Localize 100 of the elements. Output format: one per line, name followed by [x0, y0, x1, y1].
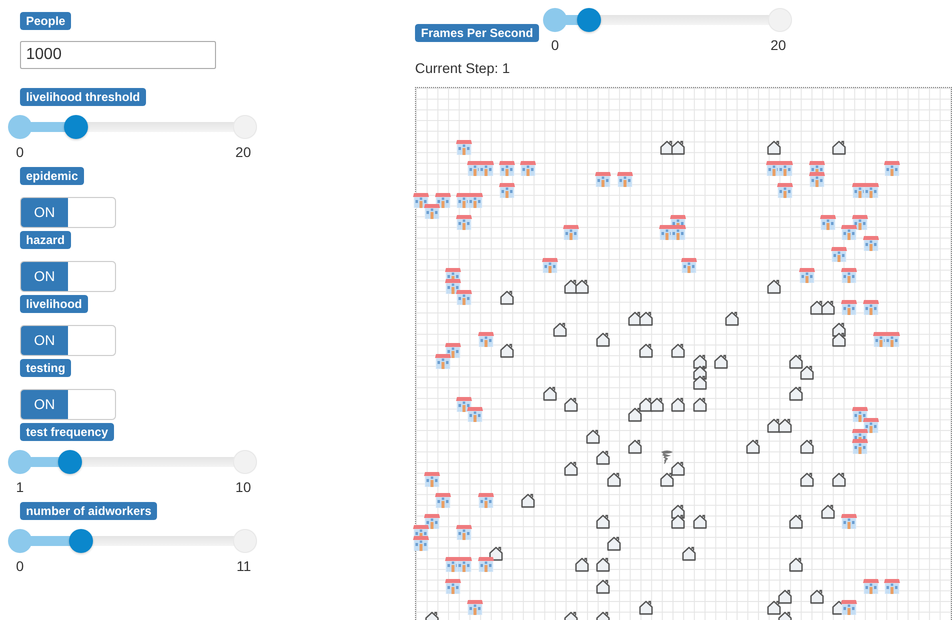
house-icon — [456, 138, 472, 155]
control-label: livelihood — [20, 295, 88, 313]
house-outline-icon — [692, 374, 708, 390]
house-icon — [456, 396, 472, 412]
slider[interactable] — [543, 8, 792, 32]
house-icon — [777, 182, 794, 198]
slider-max-label: 20 — [770, 37, 786, 53]
slider-min-label: 1 — [16, 479, 24, 495]
house-icon — [498, 182, 515, 198]
house-outline-icon — [788, 384, 804, 401]
house-icon — [434, 492, 451, 508]
house-outline-icon — [670, 513, 686, 530]
control-label: epidemic — [20, 167, 84, 185]
house-outline-icon — [574, 556, 590, 572]
track-end-cap — [768, 8, 792, 32]
house-icon — [498, 160, 515, 176]
slider-thumb[interactable] — [58, 450, 82, 474]
house-outline-icon — [574, 278, 590, 294]
house-outline-icon — [542, 384, 558, 401]
house-icon — [413, 534, 430, 551]
control-label: Frames Per Second — [415, 24, 540, 42]
house-outline-icon — [659, 470, 676, 487]
house-icon — [466, 598, 483, 615]
house-icon — [445, 578, 462, 594]
house-icon — [434, 352, 451, 369]
house-outline-icon — [627, 438, 644, 454]
house-icon — [884, 160, 900, 176]
house-icon — [478, 492, 494, 508]
control-label: number of aidworkers — [20, 502, 158, 520]
house-icon — [478, 556, 494, 572]
toggle-switch[interactable]: ON — [20, 325, 116, 356]
house-icon — [424, 203, 440, 220]
toggle-switch[interactable]: ON — [20, 261, 116, 292]
house-icon — [680, 256, 697, 273]
control-label: livelihood threshold — [20, 88, 146, 106]
control-label: testing — [20, 359, 72, 377]
house-icon — [456, 556, 472, 572]
control-label: hazard — [20, 231, 71, 249]
house-icon — [841, 299, 858, 316]
house-icon — [852, 214, 868, 230]
house-outline-icon — [820, 502, 836, 519]
house-outline-icon — [692, 352, 708, 369]
toggle-switch[interactable]: ON — [20, 389, 116, 420]
toggle-switch[interactable]: ON — [20, 197, 116, 228]
house-outline-icon — [798, 364, 815, 380]
house-icon — [852, 406, 868, 422]
house-icon — [478, 160, 494, 176]
slider-thumb[interactable] — [64, 115, 88, 139]
house-icon — [777, 160, 794, 176]
house-icon — [862, 182, 879, 198]
house-icon — [670, 224, 686, 240]
slider-min-label: 0 — [551, 37, 559, 53]
house-icon — [520, 160, 536, 176]
house-outline-icon — [830, 331, 847, 348]
house-outline-icon — [552, 320, 568, 337]
slider-thumb[interactable] — [576, 8, 601, 32]
house-icon — [563, 224, 580, 240]
slider-min-label: 0 — [16, 558, 24, 574]
house-icon — [445, 278, 462, 294]
slider-max-label: 11 — [236, 558, 251, 574]
house-icon — [852, 438, 868, 454]
house-outline-icon — [606, 470, 622, 487]
house-icon — [616, 170, 633, 187]
house-icon — [862, 578, 879, 594]
slider[interactable] — [8, 450, 257, 474]
house-outline-icon — [809, 588, 826, 604]
house-outline-icon — [670, 342, 686, 358]
house-outline-icon — [820, 299, 836, 316]
track-end-cap — [233, 450, 257, 474]
slider[interactable] — [8, 529, 257, 553]
slider-thumb[interactable] — [69, 529, 94, 553]
slider[interactable] — [8, 115, 257, 139]
house-icon — [862, 235, 879, 252]
house-outline-icon — [798, 438, 815, 454]
tornado-icon — [659, 449, 676, 466]
house-icon — [542, 256, 558, 273]
house-outline-icon — [830, 470, 847, 487]
house-icon — [456, 214, 472, 230]
house-outline-icon — [638, 342, 654, 358]
house-outline-icon — [680, 545, 697, 562]
house-outline-icon — [692, 396, 708, 412]
house-icon — [830, 246, 847, 262]
house-outline-icon — [520, 492, 536, 508]
house-outline-icon — [788, 352, 804, 369]
house-outline-icon — [788, 513, 804, 530]
number-field[interactable]: 1000 — [20, 41, 216, 69]
house-icon — [862, 299, 879, 316]
house-icon — [884, 331, 900, 348]
house-outline-icon — [712, 352, 729, 369]
house-outline-icon — [830, 138, 847, 155]
house-outline-icon — [670, 138, 686, 155]
house-icon — [434, 192, 451, 208]
house-icon — [456, 524, 472, 540]
house-icon — [809, 170, 826, 187]
house-outline-icon — [498, 342, 515, 358]
house-outline-icon — [595, 331, 612, 348]
step-counter: Current Step: 1 — [415, 60, 510, 76]
house-icon — [862, 417, 879, 434]
house-outline-icon — [798, 470, 815, 487]
house-icon — [798, 267, 815, 284]
